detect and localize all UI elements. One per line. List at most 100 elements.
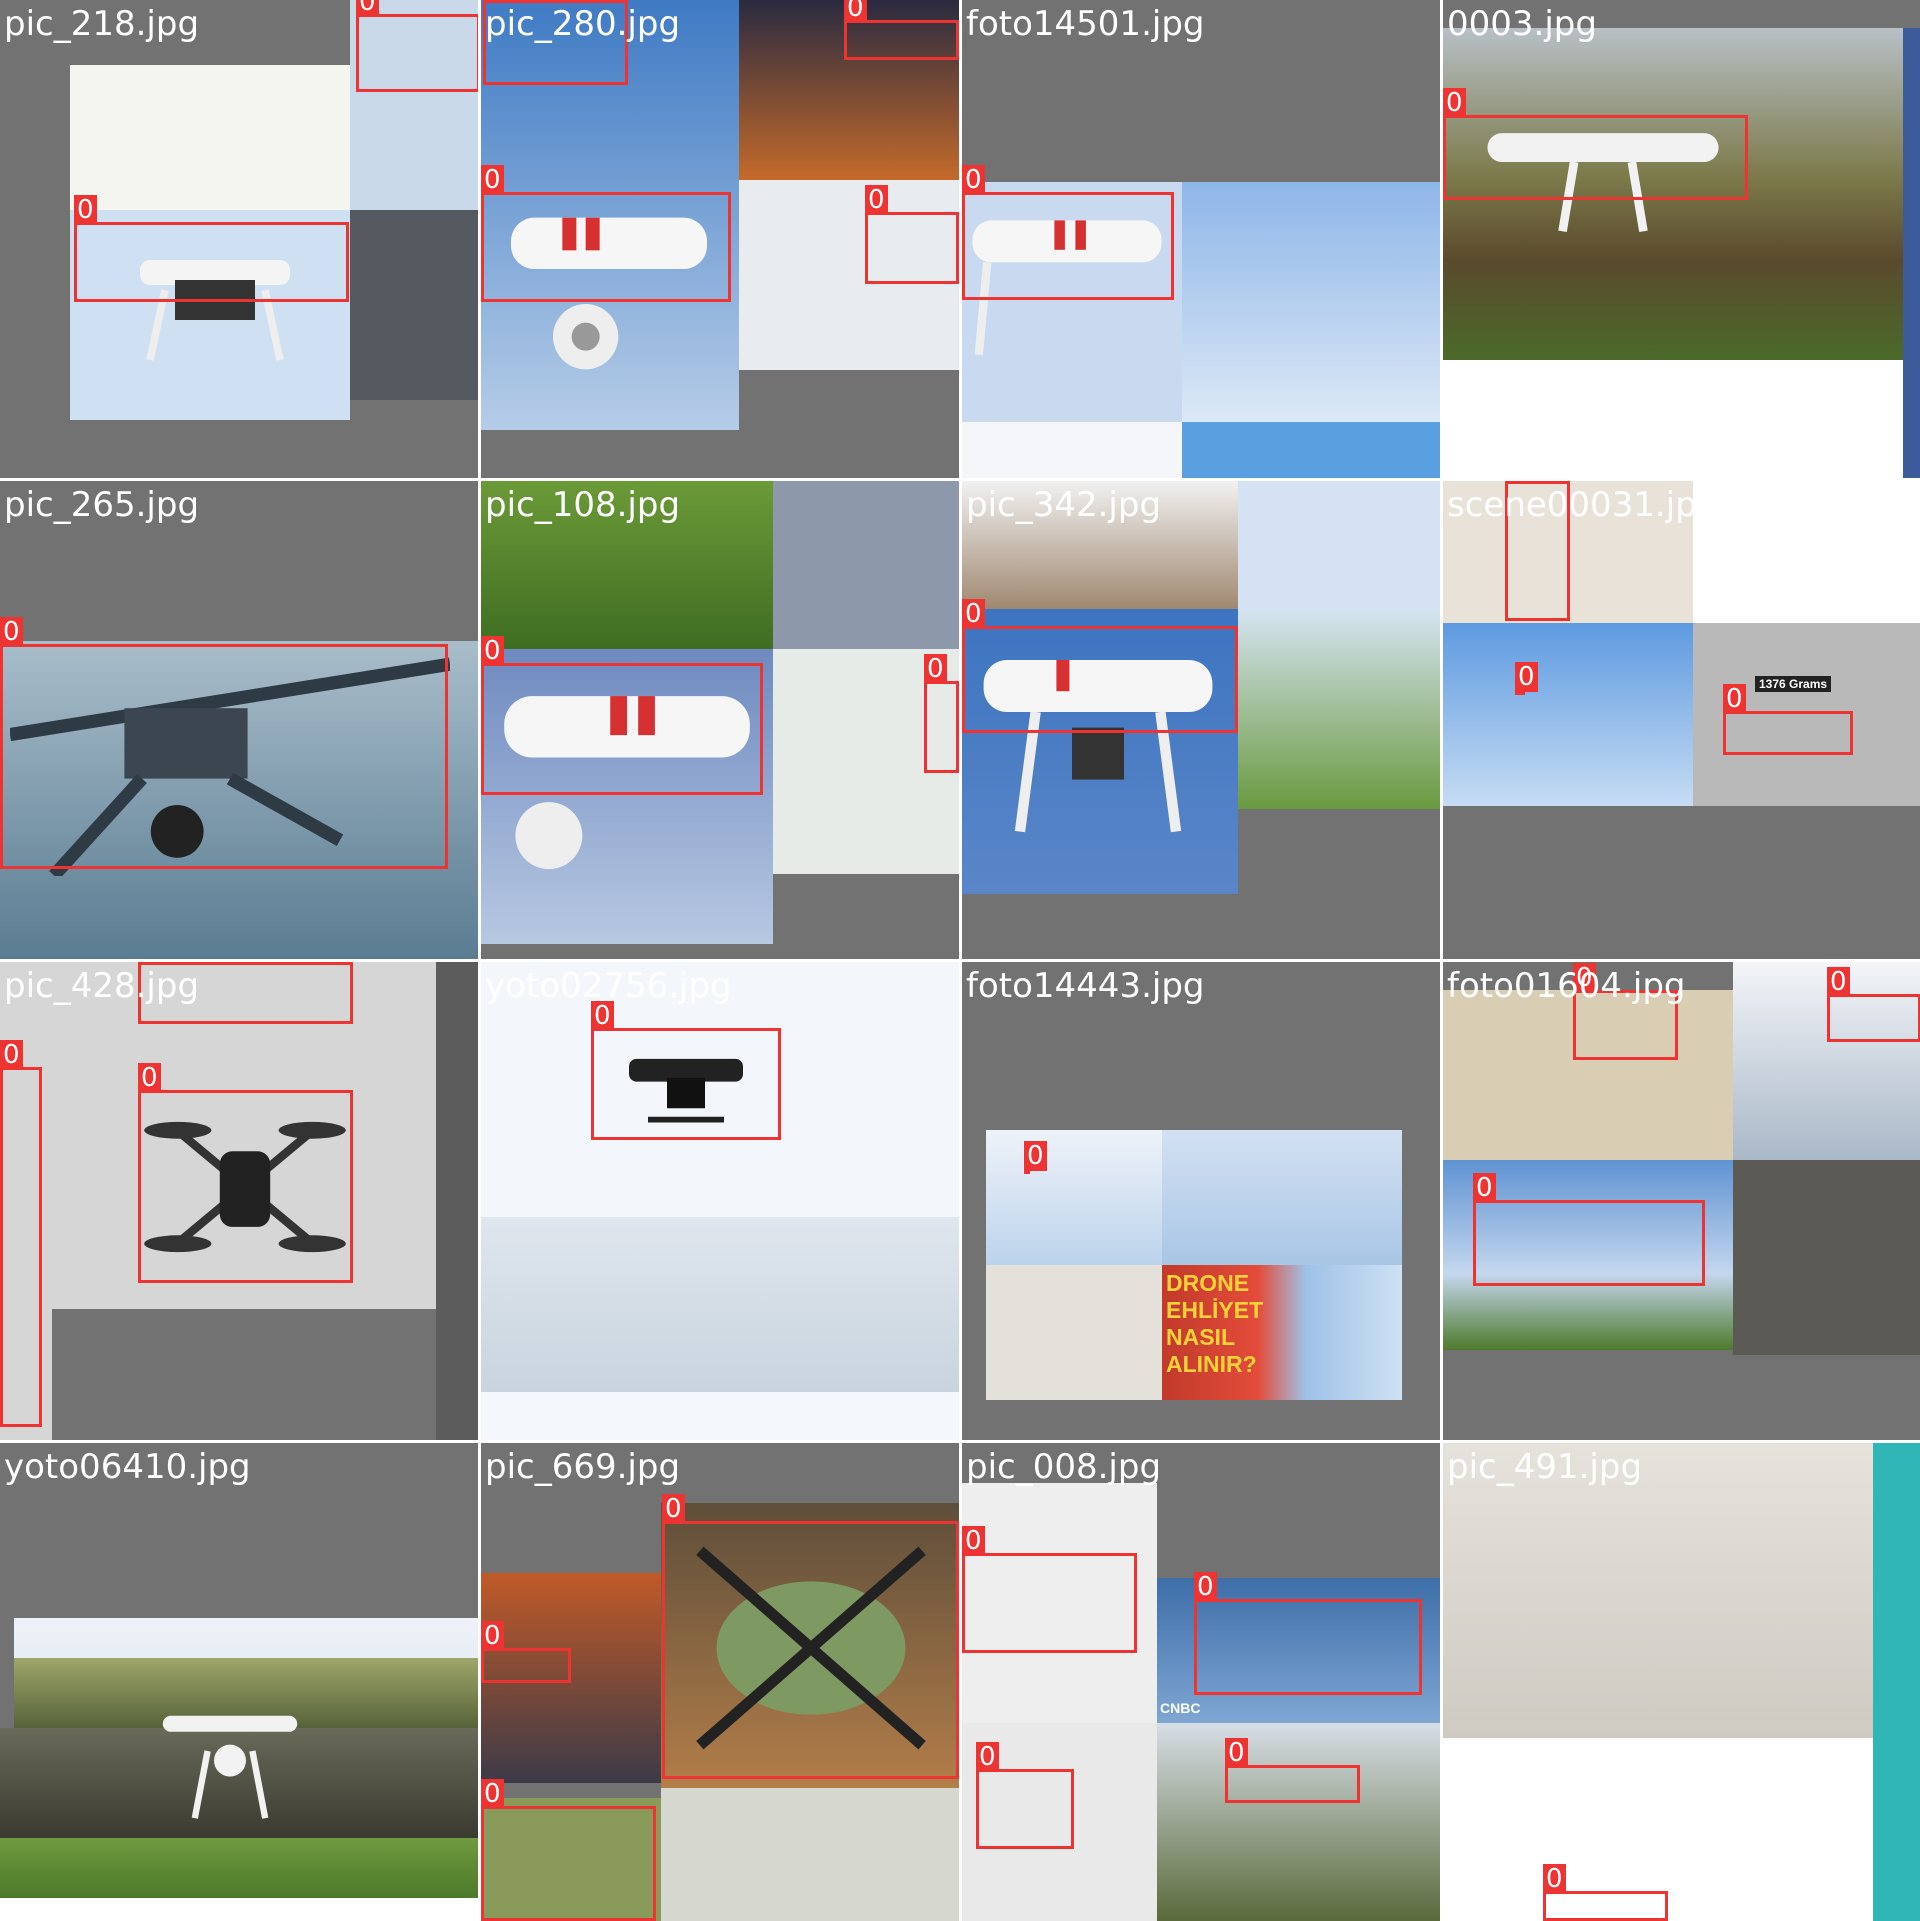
photo-grass bbox=[0, 1838, 478, 1898]
photo-white bbox=[0, 1898, 478, 1921]
photo-dark bbox=[436, 962, 478, 1440]
class-tag: 0 bbox=[1443, 88, 1466, 118]
detection-box: 0 bbox=[481, 1779, 656, 1921]
tile-foto01604: 0 0 0 foto01604.jpg bbox=[1443, 962, 1920, 1440]
class-tag: 0 bbox=[844, 0, 867, 23]
tile-yoto06410: yoto06410.jpg bbox=[0, 1443, 478, 1921]
tile-pic-280: 0 0 0 0 pic_280.jpg bbox=[481, 0, 959, 478]
tile-filename: pic_218.jpg bbox=[4, 4, 200, 44]
class-tag: 0 bbox=[962, 599, 985, 629]
detection-box: 0 bbox=[662, 1494, 959, 1779]
class-tag: 0 bbox=[924, 654, 947, 684]
tile-filename: 0003.jpg bbox=[1447, 4, 1597, 44]
tile-0003: 0 0003.jpg bbox=[1443, 0, 1920, 478]
tile-filename: pic_669.jpg bbox=[485, 1447, 681, 1487]
detection-box: 0 bbox=[1443, 88, 1748, 200]
tile-pic-342: 0 pic_342.jpg bbox=[962, 481, 1440, 959]
photo-sky bbox=[986, 1130, 1162, 1265]
photo-sky bbox=[1443, 623, 1693, 806]
tile-foto14501: 0 foto14501.jpg bbox=[962, 0, 1440, 478]
photo-palm bbox=[1238, 609, 1440, 809]
class-tag: 0 bbox=[483, 0, 506, 3]
class-tag: 0 bbox=[962, 1526, 985, 1556]
tile-filename: pic_280.jpg bbox=[485, 4, 681, 44]
photo-workshop bbox=[986, 1265, 1162, 1400]
banner-line-2: EHLİYET bbox=[1166, 1297, 1264, 1323]
tile-pic-428: 0 0 0 pic_428.jpg bbox=[0, 962, 478, 1440]
detection-box: 0 bbox=[1515, 662, 1538, 695]
tile-yoto02756: 0 yoto02756.jpg bbox=[481, 962, 959, 1440]
class-tag: 0 bbox=[481, 165, 504, 195]
photo-hangar bbox=[350, 210, 478, 400]
detection-box: 0 bbox=[1225, 1738, 1360, 1803]
mosaic-grid: 0 0 pic_218.jpg 0 0 0 0 pic_280.jpg 0 fo… bbox=[0, 0, 1920, 1921]
class-tag: 0 bbox=[481, 1621, 504, 1651]
banner-line-1: DRONE bbox=[1166, 1270, 1250, 1296]
detection-box: 0 bbox=[962, 165, 1174, 300]
photo-sky2 bbox=[1162, 1130, 1402, 1265]
drone-license-banner: DRONE EHLİYET NASIL ALINIR? bbox=[1166, 1270, 1263, 1378]
banner-line-4: ALINIR? bbox=[1166, 1351, 1257, 1377]
class-tag: 0 bbox=[962, 165, 985, 195]
tile-pic-491: 0 pic_491.jpg bbox=[1443, 1443, 1920, 1921]
tile-filename: foto01604.jpg bbox=[1447, 966, 1686, 1006]
detection-box: 0 bbox=[962, 599, 1238, 733]
banner-line-3: NASIL bbox=[1166, 1324, 1235, 1350]
tile-scene00031: 1376 Grams 0 0 0 scene00031.jpg bbox=[1443, 481, 1920, 959]
class-tag: 0 bbox=[138, 1063, 161, 1093]
detection-box: 0 bbox=[138, 1063, 353, 1283]
tile-filename: pic_428.jpg bbox=[4, 966, 200, 1006]
tile-filename: pic_008.jpg bbox=[966, 1447, 1162, 1487]
detection-box: 0 bbox=[0, 617, 448, 869]
tile-filename: scene00031.jpg bbox=[1447, 485, 1719, 525]
tile-pic-265: 0 pic_265.jpg bbox=[0, 481, 478, 959]
detection-box: 0 bbox=[591, 1001, 781, 1140]
tile-filename: yoto02756.jpg bbox=[485, 966, 732, 1006]
photo-white bbox=[481, 1392, 959, 1440]
tile-filename: pic_265.jpg bbox=[4, 485, 200, 525]
class-tag: 0 bbox=[1827, 967, 1850, 997]
class-tag: 0 bbox=[481, 636, 504, 666]
detection-box: 0 bbox=[1024, 1141, 1047, 1174]
photo-sky bbox=[1182, 182, 1440, 422]
class-tag: 0 bbox=[1194, 1572, 1217, 1602]
photo-white bbox=[962, 422, 1182, 478]
photo-sky bbox=[1238, 481, 1440, 609]
detection-box: 0 bbox=[74, 195, 349, 302]
photo-lab bbox=[661, 1788, 959, 1921]
tile-pic-218: 0 0 pic_218.jpg bbox=[0, 0, 478, 478]
photo-sky2 bbox=[1182, 422, 1440, 478]
class-tag: 0 bbox=[1723, 684, 1746, 714]
class-tag: 0 bbox=[1543, 1864, 1566, 1894]
class-tag: 0 bbox=[1515, 662, 1538, 692]
detection-box: 0 bbox=[481, 165, 731, 302]
detection-box: 0 bbox=[962, 1526, 1137, 1653]
detection-box: 0 bbox=[865, 185, 959, 284]
photo-teal bbox=[1873, 1443, 1920, 1921]
detection-box: 0 bbox=[1543, 1864, 1668, 1921]
detection-box: 0 bbox=[844, 0, 959, 60]
class-tag: 0 bbox=[1473, 1173, 1496, 1203]
class-tag: 0 bbox=[865, 185, 888, 215]
tile-filename: pic_491.jpg bbox=[1447, 1447, 1643, 1487]
detection-box: 0 bbox=[1827, 967, 1920, 1042]
class-tag: 0 bbox=[74, 195, 97, 225]
photo-gray bbox=[773, 481, 959, 649]
tile-pic-108: 0 0 pic_108.jpg bbox=[481, 481, 959, 959]
detection-box: 0 bbox=[976, 1742, 1074, 1849]
photo-edge bbox=[1903, 28, 1920, 478]
detection-box: 0 bbox=[1723, 684, 1853, 755]
weight-caption: 1376 Grams bbox=[1755, 676, 1832, 692]
tile-filename: foto14443.jpg bbox=[966, 966, 1205, 1006]
photo-white bbox=[1693, 481, 1920, 623]
detection-box: 0 bbox=[1473, 1173, 1705, 1286]
detection-box: 0 bbox=[481, 1621, 571, 1683]
photo-yard bbox=[1157, 1723, 1440, 1921]
class-tag: 0 bbox=[356, 0, 379, 17]
photo-hangar bbox=[1733, 1160, 1920, 1355]
class-tag: 0 bbox=[1225, 1738, 1248, 1768]
tile-foto14443: DRONE EHLİYET NASIL ALINIR? 0 foto14443.… bbox=[962, 962, 1440, 1440]
class-tag: 0 bbox=[976, 1742, 999, 1772]
class-tag: 0 bbox=[0, 617, 23, 647]
photo-lab bbox=[1443, 1443, 1873, 1738]
